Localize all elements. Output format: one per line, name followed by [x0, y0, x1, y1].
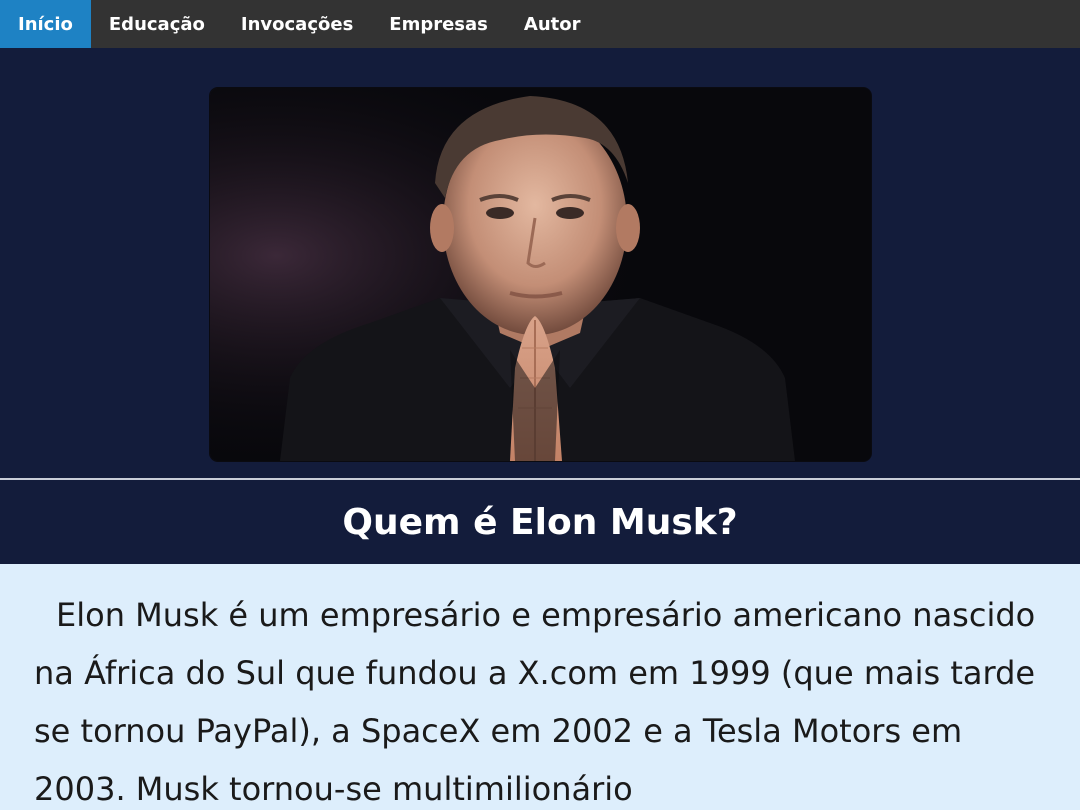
nav-item-invocacoes[interactable]: Invocações: [223, 0, 371, 48]
top-nav: Início Educação Invocações Empresas Auto…: [0, 0, 1080, 48]
page-title: Quem é Elon Musk?: [342, 501, 738, 543]
nav-item-educacao[interactable]: Educação: [91, 0, 223, 48]
portrait-illustration: [210, 88, 871, 461]
nav-item-empresas[interactable]: Empresas: [371, 0, 506, 48]
portrait-image: [210, 88, 871, 461]
content-section: Elon Musk é um empresário e empresário a…: [0, 564, 1080, 810]
intro-paragraph: Elon Musk é um empresário e empresário a…: [34, 596, 1036, 808]
title-band: Quem é Elon Musk?: [0, 480, 1080, 564]
hero-section: [0, 48, 1080, 478]
nav-item-inicio[interactable]: Início: [0, 0, 91, 48]
nav-item-autor[interactable]: Autor: [506, 0, 599, 48]
